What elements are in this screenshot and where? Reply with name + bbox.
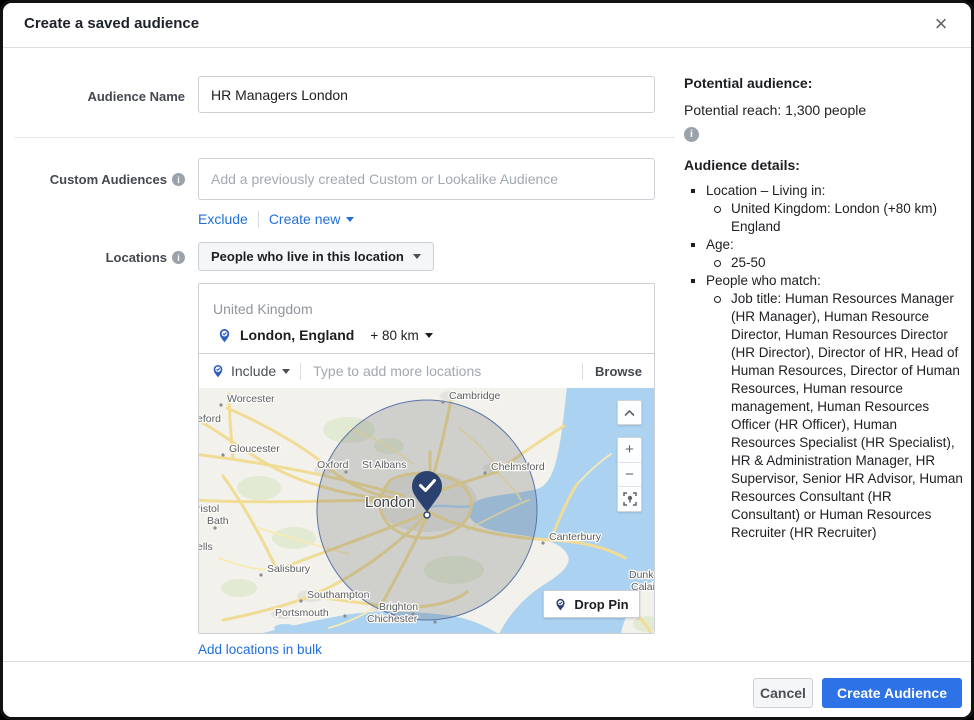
map-city-dot [221,453,224,456]
audience-summary-panel: Potential audience: Potential reach: 1,3… [684,74,964,542]
custom-audiences-label: Custom Audiences i [3,172,185,187]
info-icon[interactable]: i [684,127,699,142]
map-city-label: Chelmsford [491,461,545,473]
map-city-label: Worcester [227,393,275,405]
selected-location: London, England [240,327,354,343]
map-city-label: Bath [207,515,229,527]
center-pin-icon [623,492,637,506]
map-city-dot [483,471,486,474]
drop-pin-button[interactable]: Drop Pin [543,590,640,618]
add-locations-in-bulk-link[interactable]: Add locations in bulk [198,642,322,657]
radius-dropdown[interactable]: + 80 km [370,328,432,343]
field-separator [300,363,301,380]
exclude-link[interactable]: Exclude [198,211,248,227]
add-location-input[interactable] [311,362,572,380]
map-city-label: Southampton [307,589,370,601]
create-saved-audience-dialog: Create a saved audience × Audience Name … [0,0,974,720]
potential-reach: Potential reach: 1,300 people [684,101,964,119]
selected-country: United Kingdom [199,284,654,317]
location-map[interactable]: Worcester eford Gloucester Oxford St Albans C… [199,388,654,633]
detail-sub-item: United Kingdom: London (+80 km) England [706,200,964,236]
map-city-dot [343,614,346,617]
custom-audiences-input[interactable] [198,158,655,200]
map-city-label: Oxford [317,459,349,471]
detail-item: Location – Living in:United Kingdom: Lon… [684,182,964,236]
detail-item: Age:25-50 [684,236,964,272]
map-city-label: Canterbury [549,531,602,543]
chevron-down-icon [413,254,421,259]
cancel-button[interactable]: Cancel [753,678,813,708]
audience-name-input[interactable] [198,76,655,113]
map-compass-button[interactable] [617,400,642,425]
selected-location-row: London, England + 80 km [199,317,654,353]
map-city-label: Gloucester [229,443,280,455]
chevron-down-icon[interactable] [282,369,290,374]
custom-audiences-links: Exclude Create new [198,209,354,229]
zoom-in-button[interactable]: + [618,438,641,462]
chevron-up-icon [624,409,635,417]
location-mode-dropdown[interactable]: People who live in this location [198,242,434,271]
section-divider [15,137,675,138]
dialog-header: Create a saved audience × [3,3,971,48]
chevron-down-icon [346,217,354,222]
include-dropdown[interactable]: Include [231,363,276,379]
add-location-row: Include Browse [199,353,654,388]
drop-pin-icon [554,598,567,611]
map-city-dot [441,400,444,403]
map-city-dot [541,541,544,544]
info-icon[interactable]: i [172,173,185,186]
detail-sub-item: 25-50 [706,254,964,272]
detail-item: People who match:Job title: Human Resour… [684,272,964,542]
map-zoom-controls: + − [617,437,642,512]
map-city-label: ells [199,541,213,553]
map-city-label: Dunk [629,569,654,581]
map-city-label: eford [199,413,221,425]
audience-name-label: Audience Name [3,89,185,104]
detail-sub-item: Job title: Human Resources Manager (HR M… [706,290,964,542]
chevron-down-icon [425,333,433,338]
map-city-label: ristol [199,503,219,515]
zoom-out-button[interactable]: − [618,462,641,487]
map-city-label: Portsmouth [275,607,329,619]
map-city-label: Chichester [367,613,418,625]
info-icon[interactable]: i [172,251,185,264]
create-new-link[interactable]: Create new [269,211,355,227]
locations-panel: United Kingdom London, England + 80 km I… [198,283,655,634]
center-map-button[interactable] [618,486,641,511]
create-audience-button[interactable]: Create Audience [822,678,962,708]
map-city-label: Brighton [379,601,418,613]
map-city-label: Salisbury [267,563,311,575]
potential-audience-title: Potential audience: [684,74,964,92]
map-city-dot [219,403,222,406]
map-city-label: London [365,494,415,511]
map-city-dot [259,573,262,576]
field-separator [582,363,583,380]
dialog-footer: Cancel Create Audience [3,661,971,720]
dialog-title: Create a saved audience [24,15,199,32]
map-city-label: St Albans [362,459,406,471]
map-city-dot [433,620,436,623]
map-city-dot [299,599,302,602]
location-pin-icon [217,328,232,343]
map-city-label: Cambridge [449,390,501,402]
audience-details-title: Audience details: [684,156,964,174]
locations-label: Locations i [3,250,185,265]
include-pin-icon [211,364,225,378]
close-icon[interactable]: × [927,10,955,38]
browse-button[interactable]: Browse [593,364,642,379]
audience-details-list: Location – Living in:United Kingdom: Lon… [684,182,964,542]
link-separator [258,211,259,228]
